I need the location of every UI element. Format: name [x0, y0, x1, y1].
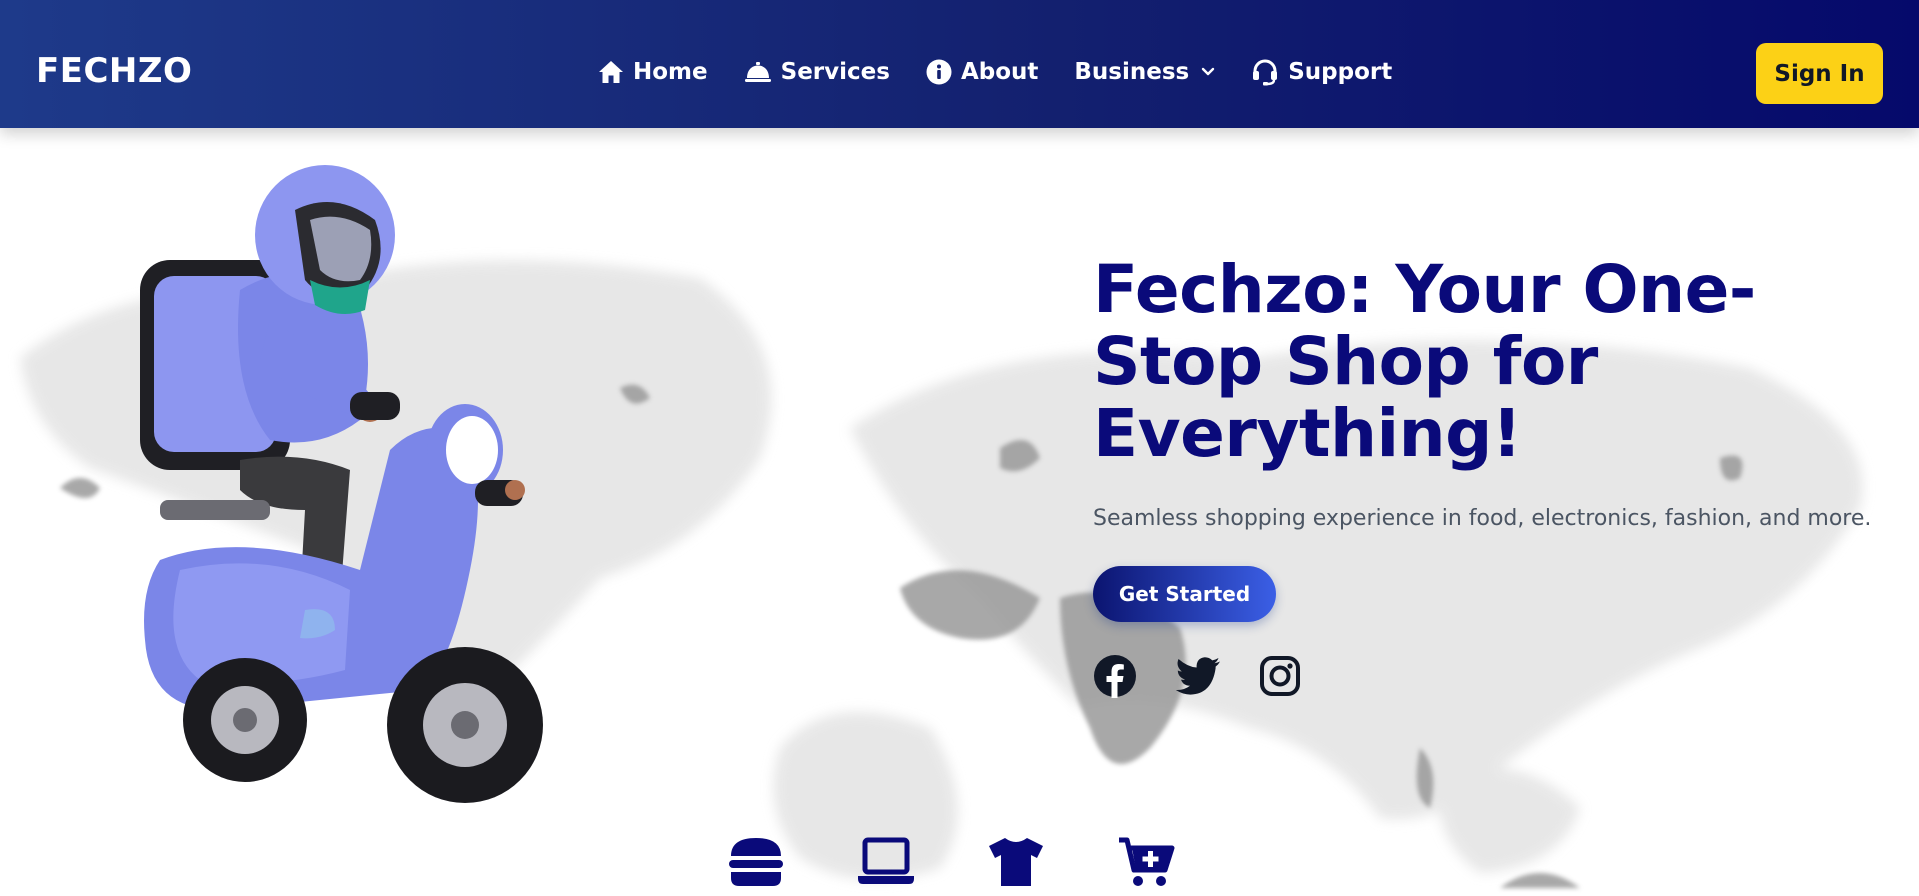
hero-title: Fechzo: Your One- Stop Shop for Everythi… — [1093, 254, 1893, 470]
nav-about-label: About — [960, 58, 1039, 85]
info-circle-icon — [926, 59, 952, 85]
chevron-down-icon — [1202, 67, 1215, 76]
social-links — [1093, 654, 1893, 702]
nav-about[interactable]: About — [926, 59, 1038, 85]
hero-title-line-2: Stop Shop for — [1093, 323, 1598, 400]
hero-section: Fechzo: Your One- Stop Shop for Everythi… — [1093, 254, 1893, 702]
instagram-icon — [1260, 656, 1300, 697]
cart-plus-icon[interactable] — [1117, 836, 1175, 888]
nav-home[interactable]: Home — [598, 60, 708, 84]
burger-icon[interactable] — [727, 836, 785, 888]
top-navbar: FECHZO Home Services About Business Supp… — [0, 0, 1919, 128]
headset-icon — [1253, 59, 1278, 86]
facebook-link[interactable] — [1093, 654, 1137, 702]
nav-business-dropdown[interactable]: Business — [1074, 58, 1215, 85]
hero-subtitle: Seamless shopping experience in food, el… — [1093, 506, 1872, 531]
get-started-button[interactable]: Get Started — [1093, 566, 1276, 623]
nav-support[interactable]: Support — [1251, 58, 1392, 86]
bell-icon — [744, 62, 771, 82]
twitter-link[interactable] — [1175, 657, 1221, 699]
nav-home-label: Home — [633, 58, 708, 85]
brand-logo[interactable]: FECHZO — [36, 54, 192, 88]
category-icons — [727, 836, 1247, 888]
nav-services[interactable]: Services — [744, 58, 890, 85]
main-nav: Home Services About Business Support — [598, 58, 1428, 86]
nav-business-label: Business — [1074, 58, 1190, 85]
hero-title-line-1: Fechzo: Your One- — [1093, 251, 1756, 328]
sign-in-button[interactable]: Sign In — [1756, 43, 1883, 104]
facebook-icon — [1094, 655, 1136, 699]
home-icon — [599, 61, 623, 83]
delivery-rider-illustration — [140, 165, 543, 803]
tshirt-icon[interactable] — [987, 836, 1045, 888]
hero-title-line-3: Everything! — [1093, 395, 1522, 472]
nav-support-label: Support — [1288, 58, 1393, 85]
twitter-icon — [1175, 657, 1220, 695]
laptop-icon[interactable] — [857, 836, 915, 888]
nav-services-label: Services — [780, 58, 890, 85]
instagram-link[interactable] — [1259, 655, 1301, 701]
